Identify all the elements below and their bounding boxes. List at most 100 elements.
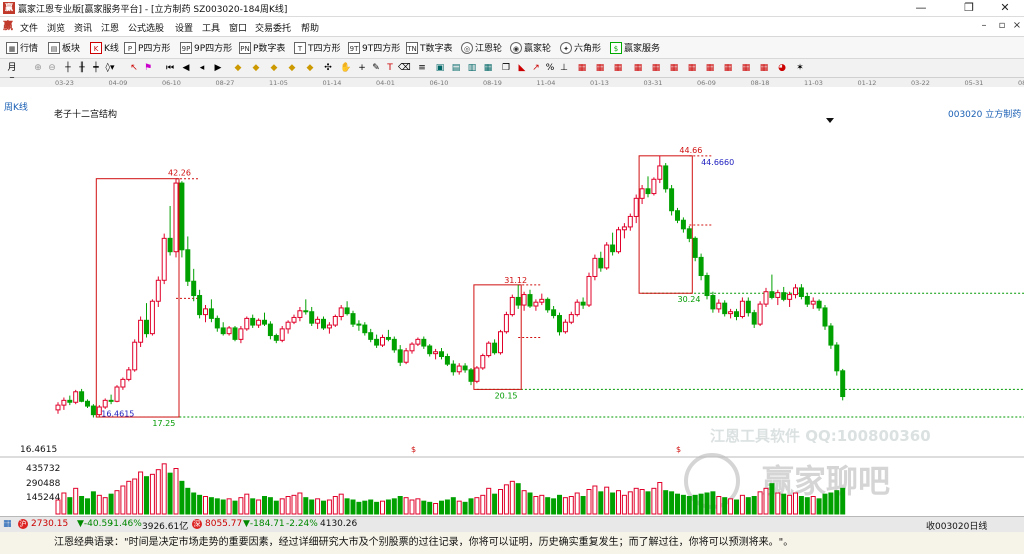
hand-icon[interactable]: ✋ — [340, 62, 352, 74]
candle-body — [102, 399, 108, 408]
toolbar-p-table-button[interactable]: PN P数字表 — [239, 40, 285, 55]
volume-axis-label-1: 435732 — [26, 464, 60, 474]
menu-window[interactable]: 窗口 — [229, 21, 247, 34]
zoom-out-icon[interactable]: ⊖ — [46, 62, 58, 74]
grid-k-icon[interactable]: ▦ — [758, 62, 770, 74]
menu-tools[interactable]: 工具 — [202, 21, 220, 34]
pencil-icon[interactable]: ✎ — [370, 62, 382, 74]
restore-button[interactable]: ❐ — [954, 0, 984, 16]
toolbar-winner-wheel-button[interactable]: ◉ 赢家轮 — [510, 40, 551, 55]
volume-bar — [326, 499, 332, 515]
period-dropdown-icon[interactable]: 月▾ — [6, 62, 18, 85]
volume-bar — [161, 463, 167, 515]
minimize-button[interactable]: — — [906, 0, 936, 16]
candle-body — [444, 356, 450, 365]
grid-f-icon[interactable]: ▦ — [668, 62, 680, 74]
menu-help[interactable]: 帮助 — [301, 21, 319, 34]
toolbar-kline-button[interactable]: K K线 — [90, 40, 119, 55]
grid-h-icon[interactable]: ▦ — [704, 62, 716, 74]
menu-info[interactable]: 资讯 — [74, 21, 92, 34]
toolbar-service-button[interactable]: $ 赢家服务 — [610, 40, 660, 55]
tool-diamond-3-icon[interactable]: ◆ — [268, 62, 280, 74]
text-tool-icon[interactable]: T — [384, 62, 396, 74]
layers-icon[interactable]: ❐ — [500, 62, 512, 74]
volume-bar — [79, 496, 85, 515]
delete-icon[interactable]: ▦ — [482, 62, 494, 74]
candle-body — [132, 341, 138, 371]
tool-diamond-5-icon[interactable]: ◆ — [304, 62, 316, 74]
ruler-icon[interactable]: ⊥ — [558, 62, 570, 74]
save-icon[interactable]: ▣ — [434, 62, 446, 74]
percent-icon[interactable]: % — [544, 62, 556, 74]
grid-j-icon[interactable]: ▦ — [740, 62, 752, 74]
candle-body — [804, 295, 810, 305]
copy-icon[interactable]: ▥ — [466, 62, 478, 74]
close-button[interactable]: ✕ — [990, 0, 1020, 16]
prev-page-icon[interactable]: ◀ — [180, 62, 192, 74]
candle-style-3-icon[interactable]: ┿ — [90, 62, 102, 74]
grid-i-icon[interactable]: ▦ — [722, 62, 734, 74]
candle-body — [126, 369, 132, 380]
toolbar-9t-square-button[interactable]: 9T 9T四方形 — [348, 40, 400, 55]
next-page-icon[interactable]: ▶ — [212, 62, 224, 74]
period-label: 周K线 — [4, 101, 28, 113]
open-icon[interactable]: ▤ — [450, 62, 462, 74]
candle-style-1-icon[interactable]: ┼ — [62, 62, 74, 74]
menu-trade[interactable]: 交易委托 — [255, 21, 291, 34]
candle-body — [321, 318, 326, 329]
first-icon[interactable]: ⏮ — [164, 62, 176, 74]
toolbar-9p-square-button[interactable]: 9P 9P四方形 — [180, 40, 232, 55]
sh-index-icon: 沪 — [18, 519, 28, 529]
eraser-icon[interactable]: ⌫ — [398, 62, 411, 74]
grid-e-icon[interactable]: ▦ — [650, 62, 662, 74]
volume-bar — [173, 468, 179, 515]
fib-icon[interactable]: ≡ — [416, 62, 428, 74]
menu-settings[interactable]: 设置 — [175, 21, 193, 34]
menu-formula[interactable]: 公式选股 — [128, 21, 164, 34]
toolbar-t-square-button[interactable]: T T四方形 — [294, 40, 341, 55]
grid-a-icon[interactable]: ▦ — [576, 62, 588, 74]
grid-d-icon[interactable]: ▦ — [632, 62, 644, 74]
candle-style-2-icon[interactable]: ╫ — [76, 62, 88, 74]
tool-diamond-4-icon[interactable]: ◆ — [286, 62, 298, 74]
toolbar-t-table-button[interactable]: TN T数字表 — [406, 40, 453, 55]
chart-up-icon[interactable]: ◣ — [516, 62, 528, 74]
candle-body — [144, 319, 149, 335]
toolbar-blocks-button[interactable]: ▤ 板块 — [48, 40, 80, 55]
grid-b-icon[interactable]: ▦ — [594, 62, 606, 74]
menu-browse[interactable]: 浏览 — [47, 21, 65, 34]
mdi-restore-icon[interactable]: ▫ — [996, 19, 1008, 33]
toolbar-p-square-button[interactable]: P P四方形 — [124, 40, 170, 55]
volume-bar — [734, 499, 739, 515]
tool-diamond-2-icon[interactable]: ◆ — [250, 62, 262, 74]
flag-icon[interactable]: ⚑ — [142, 62, 154, 74]
gann-quote-text: 江恩经典语录："时间是决定市场走势的重要因素，经过详细研究大市及个别股票的过往记… — [54, 537, 794, 548]
menu-gann[interactable]: 江恩 — [101, 21, 119, 34]
menu-app-logo-icon[interactable]: 赢 — [3, 20, 17, 33]
palette-icon[interactable]: ✶ — [794, 62, 806, 74]
toolbar-quotes-button[interactable]: ▦ 行情 — [6, 40, 38, 55]
prev-icon[interactable]: ◂ — [196, 62, 208, 74]
toolbar-gann-wheel-button[interactable]: ◎ 江恩轮 — [461, 40, 502, 55]
crosshair-icon[interactable]: + — [356, 62, 368, 74]
candlestick-chart[interactable]: 03-23 04-09 06-10 08-27 11-05 01-14 04-01 06-10… — [0, 78, 1024, 516]
indicator-dropdown-icon[interactable]: ◊▾ — [104, 62, 116, 74]
toolbar-hexagon-button[interactable]: ✦ 六角形 — [560, 40, 601, 55]
menu-file[interactable]: 文件 — [20, 21, 38, 34]
candle-body — [138, 319, 144, 343]
tool-sun-icon[interactable]: ✣ — [322, 62, 334, 74]
mdi-minimize-icon[interactable]: – — [978, 19, 990, 33]
grid-c-icon[interactable]: ▦ — [612, 62, 624, 74]
zoom-in-icon[interactable]: ⊕ — [32, 62, 44, 74]
grid-g-icon[interactable]: ▦ — [686, 62, 698, 74]
grid-status-icon[interactable]: ▦ — [3, 519, 12, 529]
arrow-icon[interactable]: ↗ — [530, 62, 542, 74]
chart-area[interactable]: 03-23 04-09 06-10 08-27 11-05 01-14 04-01 06-10… — [0, 78, 1024, 516]
volume-bar — [515, 483, 521, 515]
mdi-close-icon[interactable]: × — [1011, 19, 1023, 33]
gann-circle-icon[interactable]: ◕ — [776, 62, 788, 74]
select-icon[interactable]: ↖ — [128, 62, 140, 74]
candle-body — [315, 318, 321, 324]
candle-body — [468, 369, 474, 382]
tool-diamond-1-icon[interactable]: ◆ — [232, 62, 244, 74]
